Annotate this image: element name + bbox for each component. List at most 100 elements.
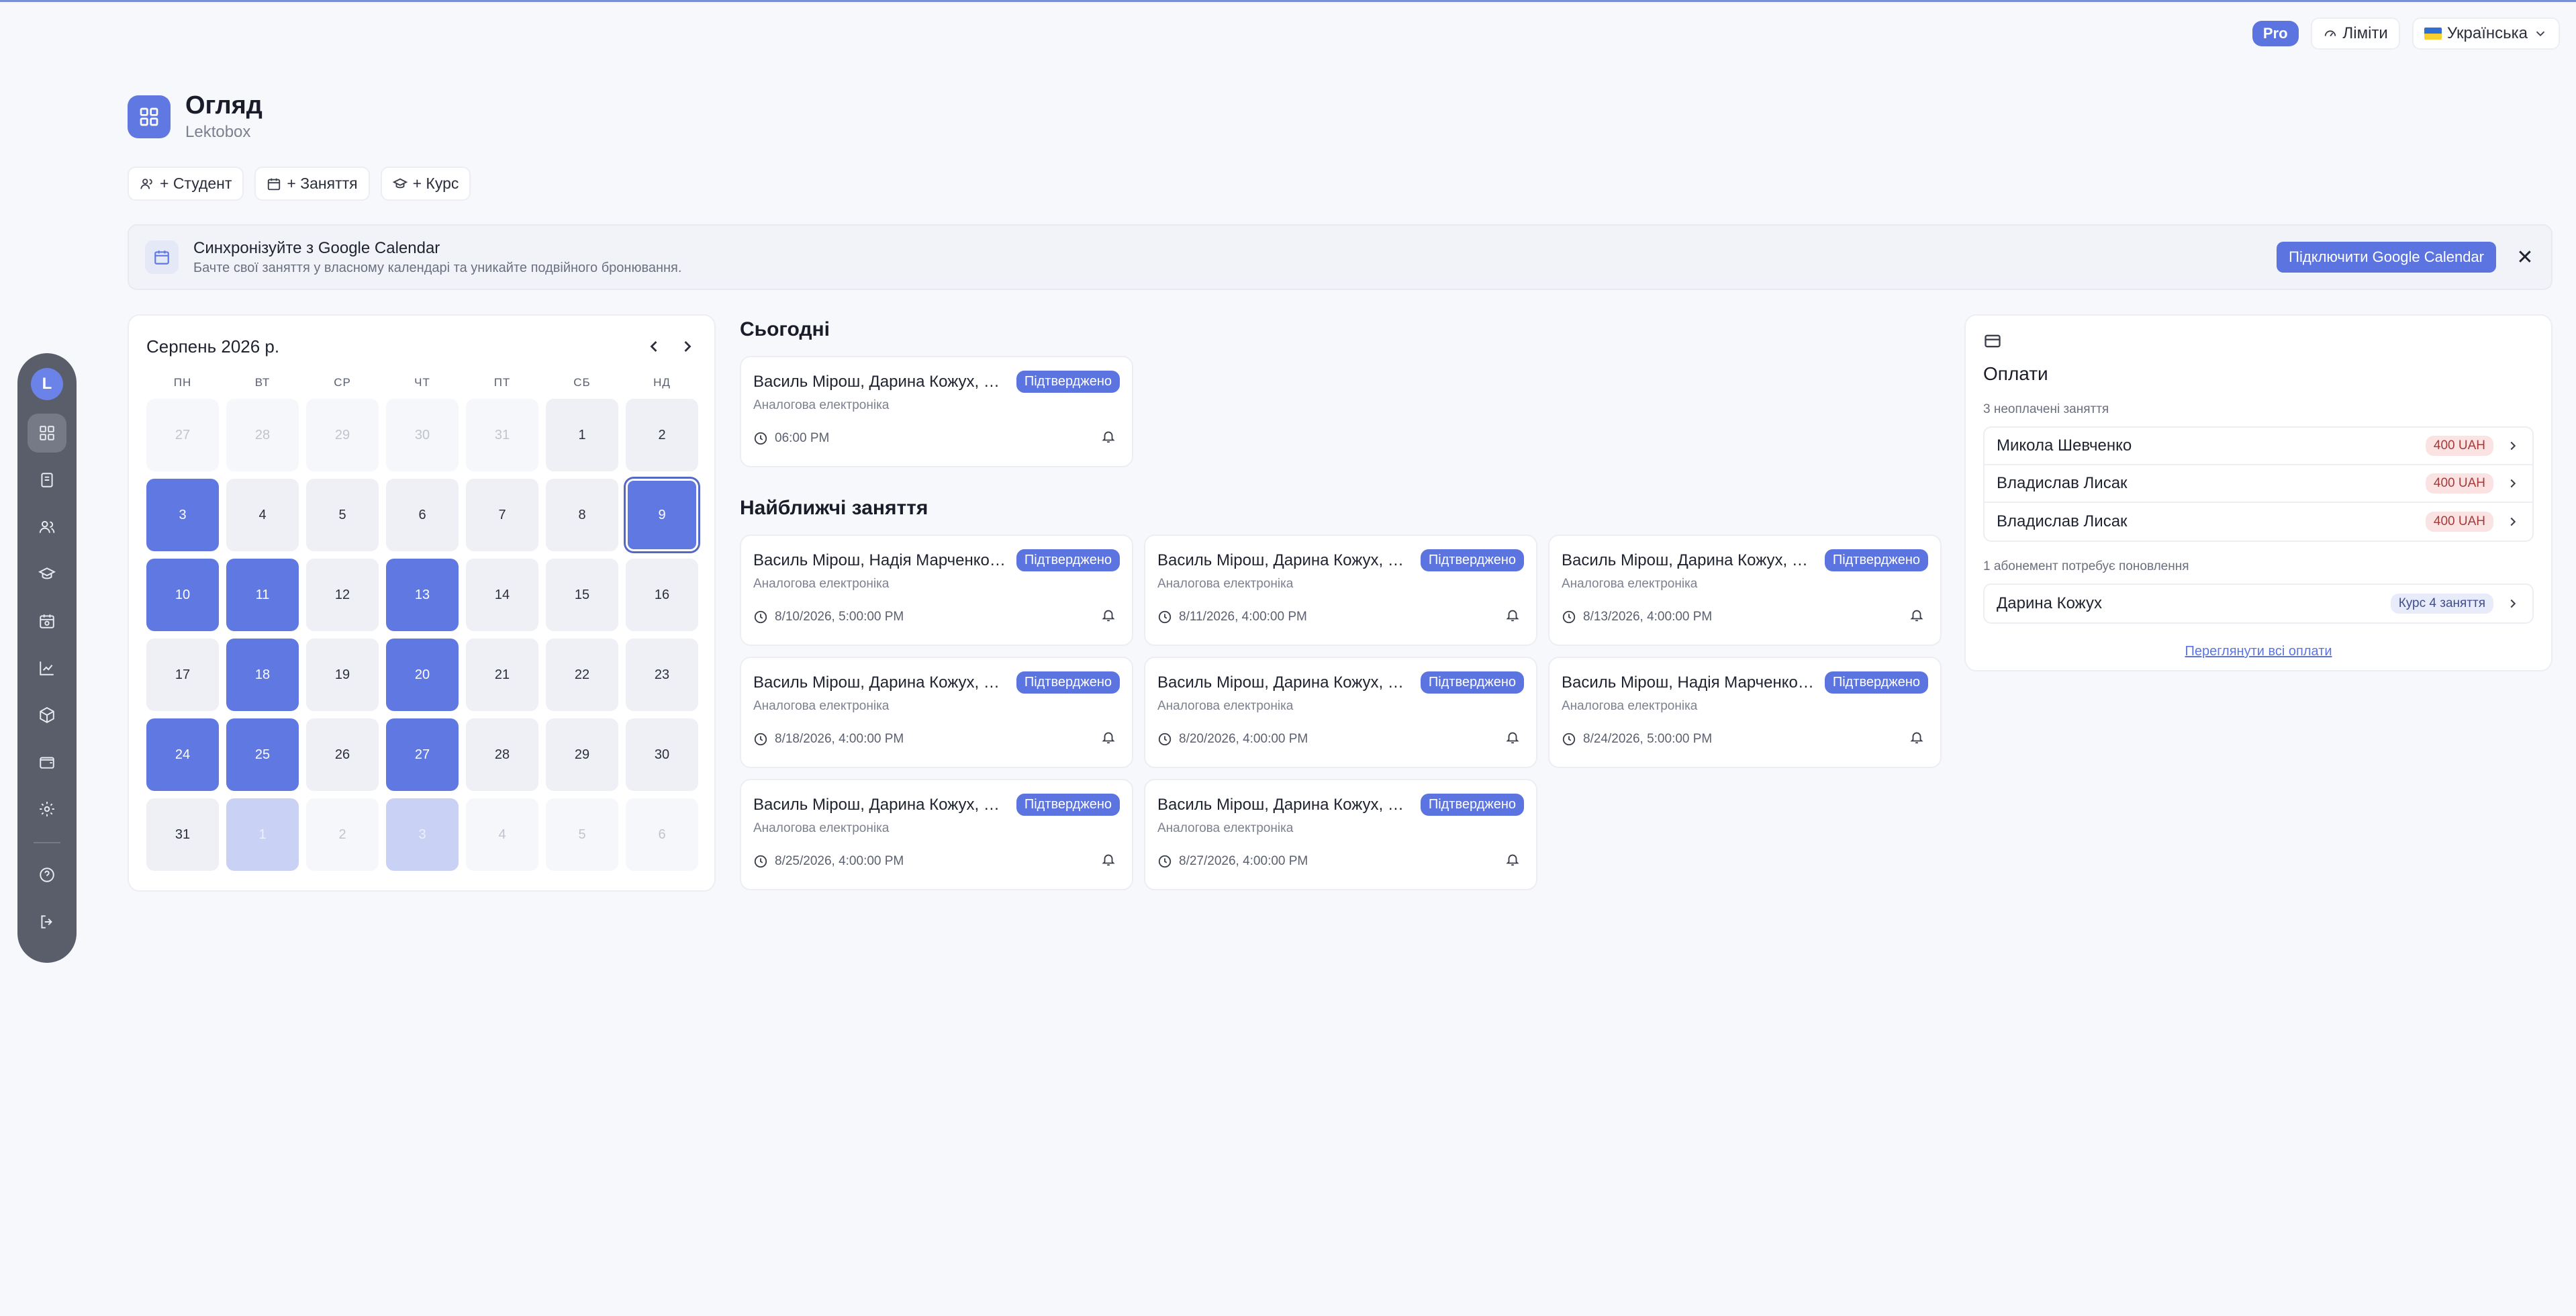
calendar-day[interactable]: 1 [226,798,299,871]
calendar-day[interactable]: 27 [146,399,219,471]
bell-icon[interactable] [1101,608,1116,626]
lesson-time: 8/10/2026, 5:00:00 PM [775,609,904,624]
sidebar-item-packages[interactable] [28,696,66,735]
calendar-day[interactable]: 11 [226,559,299,631]
calendar-day[interactable]: 3 [386,798,459,871]
weekday-label: ВТ [254,376,271,389]
lesson-time: 8/18/2026, 4:00:00 PM [775,731,904,746]
today-lesson-card[interactable]: Василь Мірош, Дарина Кожух, Владислав Ли… [740,356,1133,467]
calendar-day[interactable]: 2 [306,798,379,871]
renewal-label: 1 абонемент потребує поновлення [1983,559,2189,573]
lesson-course: Аналогова електроніка [753,821,890,835]
language-select[interactable]: Українська [2412,17,2560,50]
calendar-day[interactable]: 6 [626,798,698,871]
calendar-day[interactable]: 9 [626,479,698,551]
calendar-day[interactable]: 6 [386,479,459,551]
add-course-button[interactable]: + Курс [380,167,471,201]
limits-button[interactable]: Ліміти [2310,17,2400,50]
sidebar-item-courses[interactable] [28,555,66,594]
calendar-day[interactable]: 26 [306,718,379,791]
calendar-day[interactable]: 17 [146,639,219,711]
calendar-day[interactable]: 29 [546,718,618,791]
calendar-day[interactable]: 29 [306,399,379,471]
payment-student: Владислав Лисак [1997,474,2128,492]
calendar-day[interactable]: 12 [306,559,379,631]
lesson-card[interactable]: Василь Мірош, Дарина Кожух, Владислав Ли… [740,657,1133,768]
bell-icon[interactable] [1505,852,1520,870]
calendar-day[interactable]: 19 [306,639,379,711]
sidebar-item-journal[interactable] [28,461,66,500]
calendar-day[interactable]: 20 [386,639,459,711]
calendar-day[interactable]: 28 [226,399,299,471]
calendar-day[interactable]: 25 [226,718,299,791]
calendar-day[interactable]: 31 [146,798,219,871]
chevron-right-icon [2510,441,2516,451]
calendar-day[interactable]: 1 [546,399,618,471]
calendar-day[interactable]: 2 [626,399,698,471]
lesson-card[interactable]: Василь Мірош, Дарина Кожух, Владислав Ли… [1144,534,1537,646]
bell-icon[interactable] [1909,730,1924,748]
calendar-day[interactable]: 15 [546,559,618,631]
dashboard-icon [40,426,54,440]
calendar-day[interactable]: 27 [386,718,459,791]
payment-row[interactable]: Дарина Кожух Курс 4 заняття [1985,585,2532,622]
calendar-day[interactable]: 5 [306,479,379,551]
calendar-day[interactable]: 4 [466,798,538,871]
calendar-day[interactable]: 10 [146,559,219,631]
view-all-payments-link[interactable]: Переглянути всі оплати [1983,644,2534,659]
calendar-day[interactable]: 21 [466,639,538,711]
bell-icon[interactable] [1101,730,1116,748]
calendar-day[interactable]: 8 [546,479,618,551]
sidebar-item-logout[interactable] [28,902,66,941]
lesson-card[interactable]: Василь Мірош, Надія Марченко, Дарина Кож… [1548,657,1942,768]
sidebar-item-wallet[interactable] [28,743,66,782]
add-student-button[interactable]: + Студент [128,167,244,201]
payment-row[interactable]: Владислав Лисак 400 UAH [1985,503,2532,540]
sidebar-item-settings[interactable] [28,790,66,829]
add-lesson-button[interactable]: + Заняття [254,167,370,201]
sidebar: L [17,353,77,963]
payment-row[interactable]: Владислав Лисак 400 UAH [1985,465,2532,503]
sidebar-item-analytics[interactable] [28,649,66,688]
chevron-right-icon[interactable] [678,337,697,356]
lesson-card[interactable]: Василь Мірош, Дарина Кожух, Владислав Ли… [1144,779,1537,890]
bell-icon[interactable] [1101,429,1116,447]
calendar-day[interactable]: 31 [466,399,538,471]
avatar[interactable]: L [31,368,63,400]
sidebar-item-schedule[interactable] [28,602,66,641]
calendar-day[interactable]: 4 [226,479,299,551]
sidebar-item-help[interactable] [28,855,66,894]
bell-icon[interactable] [1505,730,1520,748]
calendar-day[interactable]: 3 [146,479,219,551]
calendar-day[interactable]: 13 [386,559,459,631]
calendar-day[interactable]: 30 [626,718,698,791]
calendar-day[interactable]: 24 [146,718,219,791]
calendar-day[interactable]: 7 [466,479,538,551]
calendar-day[interactable]: 18 [226,639,299,711]
bell-icon[interactable] [1909,608,1924,626]
chevron-left-icon[interactable] [645,337,663,356]
calendar-day[interactable]: 5 [546,798,618,871]
calendar-clock-icon [268,178,281,190]
calendar-day[interactable]: 14 [466,559,538,631]
close-icon[interactable]: ✕ [2515,246,2535,269]
status-badge: Підтверджено [1016,671,1120,694]
lesson-time: 8/24/2026, 5:00:00 PM [1583,731,1713,746]
payment-amount-badge: 400 UAH [2425,473,2493,493]
language-label: Українська [2446,24,2528,42]
sidebar-item-overview[interactable] [28,414,66,453]
lesson-card[interactable]: Василь Мірош, Дарина Кожух, Владислав Ли… [1144,657,1537,768]
calendar-day[interactable]: 28 [466,718,538,791]
calendar-day[interactable]: 30 [386,399,459,471]
bell-icon[interactable] [1505,608,1520,626]
calendar-day[interactable]: 22 [546,639,618,711]
lesson-card[interactable]: Василь Мірош, Дарина Кожух, Владислав Ли… [1548,534,1942,646]
calendar-day[interactable]: 23 [626,639,698,711]
bell-icon[interactable] [1101,852,1116,870]
connect-google-calendar-button[interactable]: Підключити Google Calendar [2277,242,2496,273]
sidebar-item-students[interactable] [28,508,66,547]
calendar-day[interactable]: 16 [626,559,698,631]
lesson-card[interactable]: Василь Мірош, Дарина Кожух, Владислав Ли… [740,779,1133,890]
payment-row[interactable]: Микола Шевченко 400 UAH [1985,428,2532,465]
lesson-card[interactable]: Василь Мірош, Надія Марченко, Дарина Кож… [740,534,1133,646]
